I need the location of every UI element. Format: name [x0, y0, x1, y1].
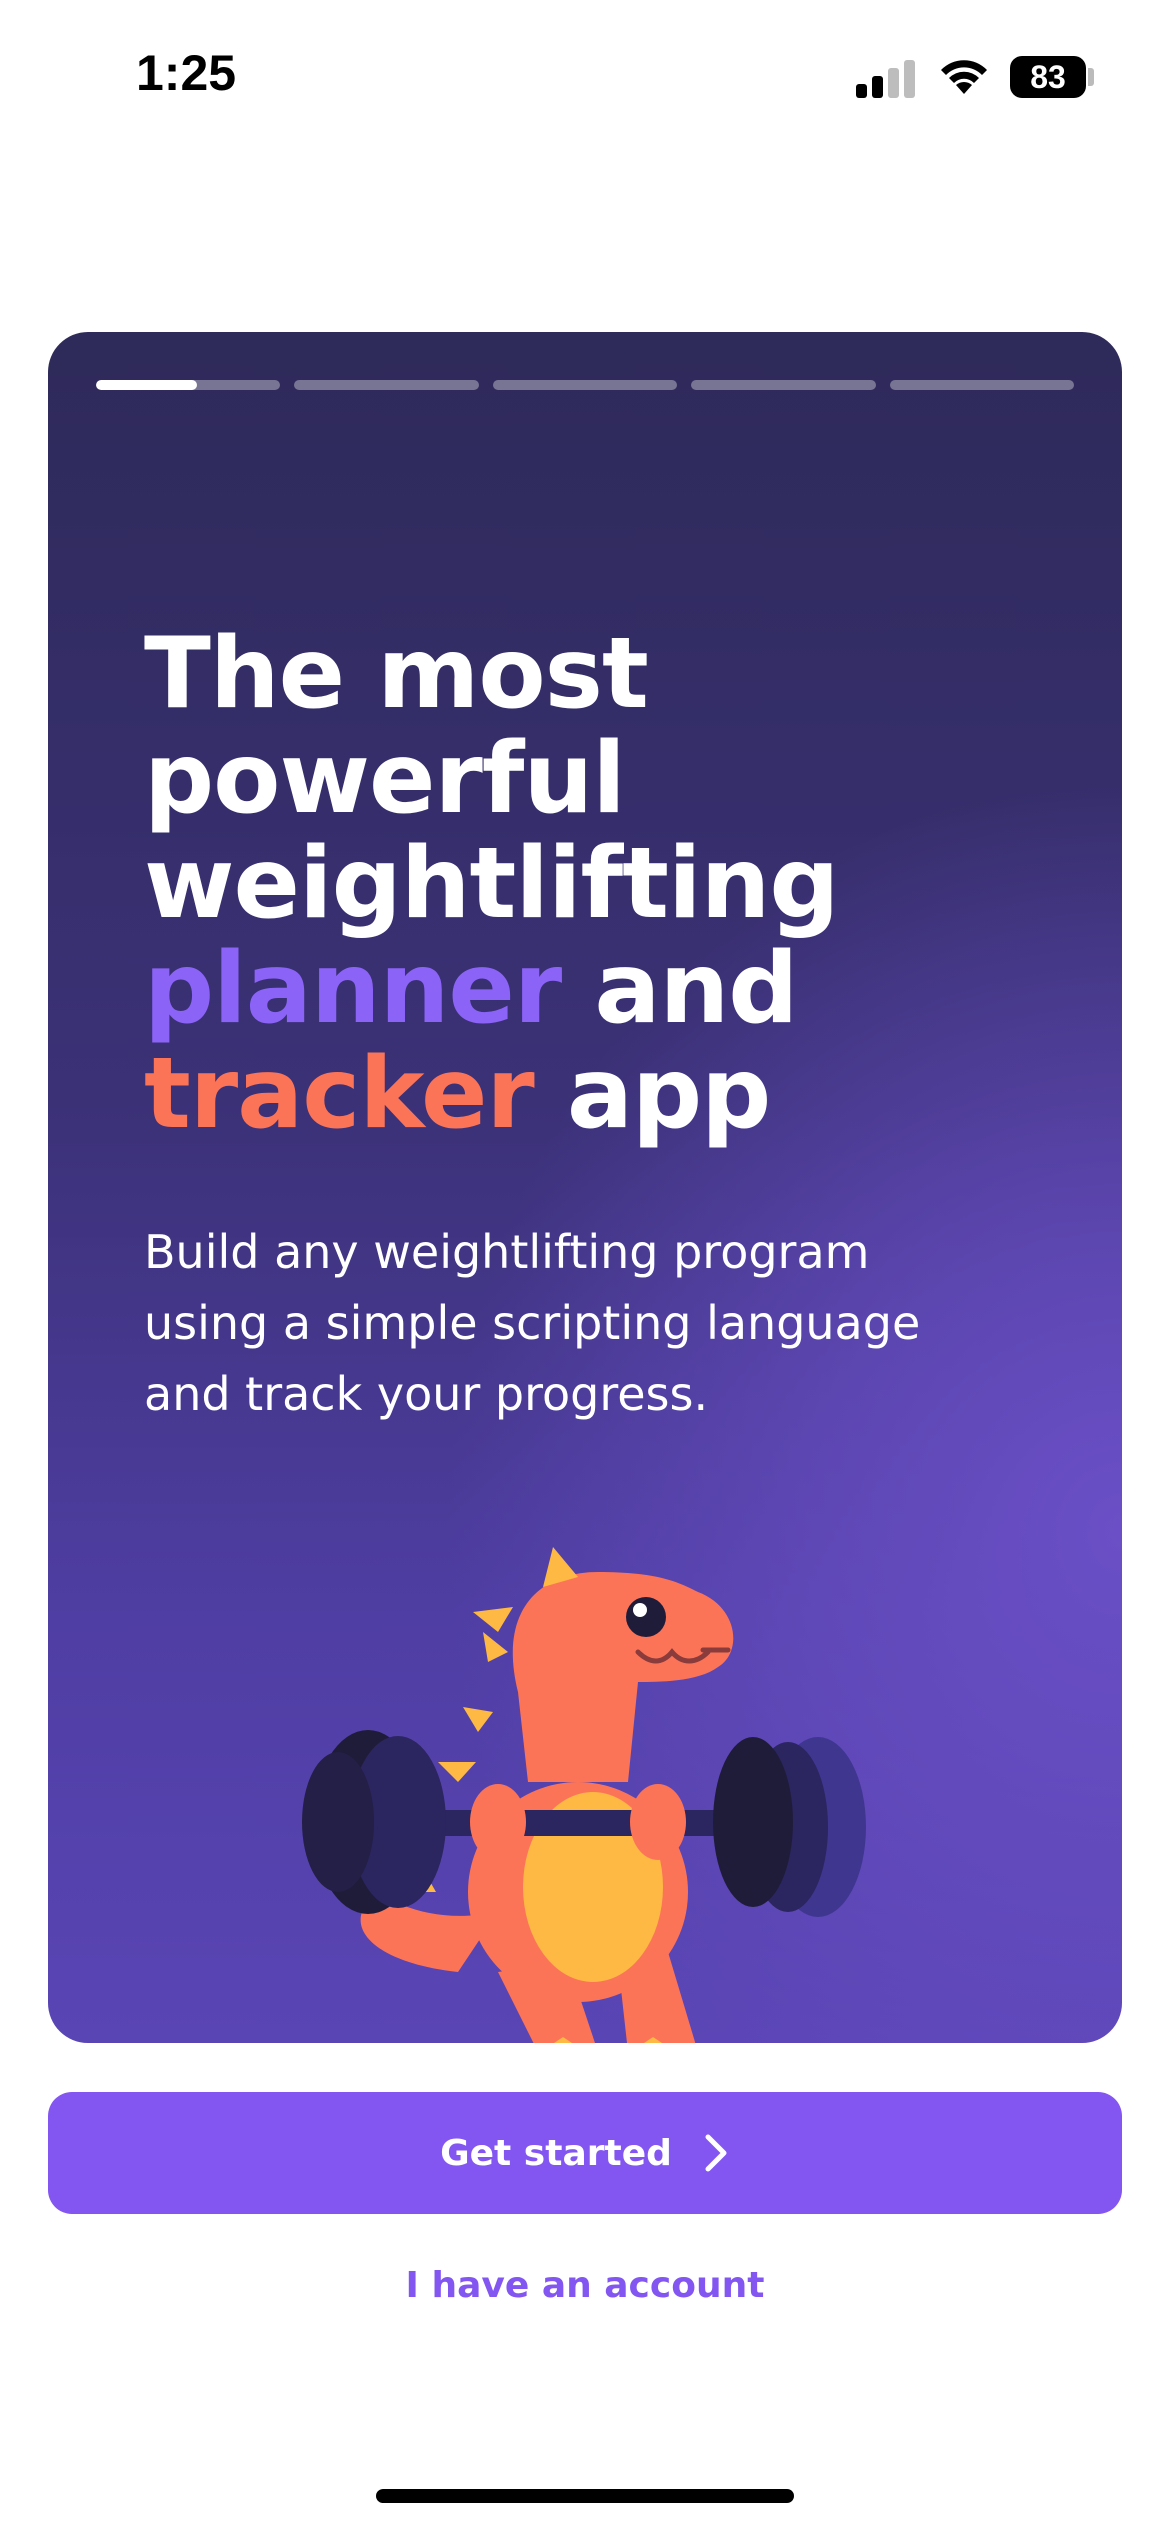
status-bar: 1:25 83 [0, 0, 1170, 150]
subtext: Build any weightlifting program using a … [144, 1217, 1044, 1430]
chevron-right-icon [705, 2134, 727, 2172]
headline-tracker: tracker [144, 1037, 535, 1151]
headline-planner: planner [144, 932, 562, 1046]
dinosaur-lifting-barbell-illustration [302, 1547, 866, 2043]
progress-segment [492, 380, 678, 390]
subtext-line-2: using a simple scripting language [144, 1296, 921, 1350]
headline-line-1: The most [144, 617, 649, 731]
headline-line-4: planner and [144, 937, 1044, 1042]
headline-line-2: powerful [144, 722, 626, 836]
progress-segment [294, 380, 479, 390]
have-account-link[interactable]: I have an account [0, 2265, 1170, 2306]
progress-segment [691, 380, 876, 390]
headline-app: app [566, 1037, 771, 1151]
subtext-line-1: Build any weightlifting program [144, 1225, 870, 1279]
cellular-signal-icon [856, 58, 916, 98]
progress-segment-fill [96, 380, 198, 390]
battery-cap [1088, 68, 1094, 86]
headline-line-5: tracker app [144, 1042, 1044, 1147]
headline: The most powerful weightlifting planner … [144, 622, 1044, 1147]
onboarding-card[interactable]: The most powerful weightlifting planner … [48, 332, 1122, 2043]
progress-segment [889, 380, 1075, 390]
subtext-line-3: and track your progress. [144, 1367, 709, 1421]
home-indicator [376, 2489, 794, 2503]
headline-line-3: weightlifting [144, 827, 840, 941]
get-started-label: Get started [440, 2132, 672, 2174]
get-started-button[interactable]: Get started [48, 2092, 1122, 2214]
battery-icon: 83 [1010, 56, 1086, 98]
story-progress-bar [96, 380, 1075, 390]
headline-and: and [594, 932, 798, 1046]
progress-segment [96, 380, 281, 390]
status-time: 1:25 [136, 45, 237, 101]
wifi-icon [941, 60, 987, 94]
